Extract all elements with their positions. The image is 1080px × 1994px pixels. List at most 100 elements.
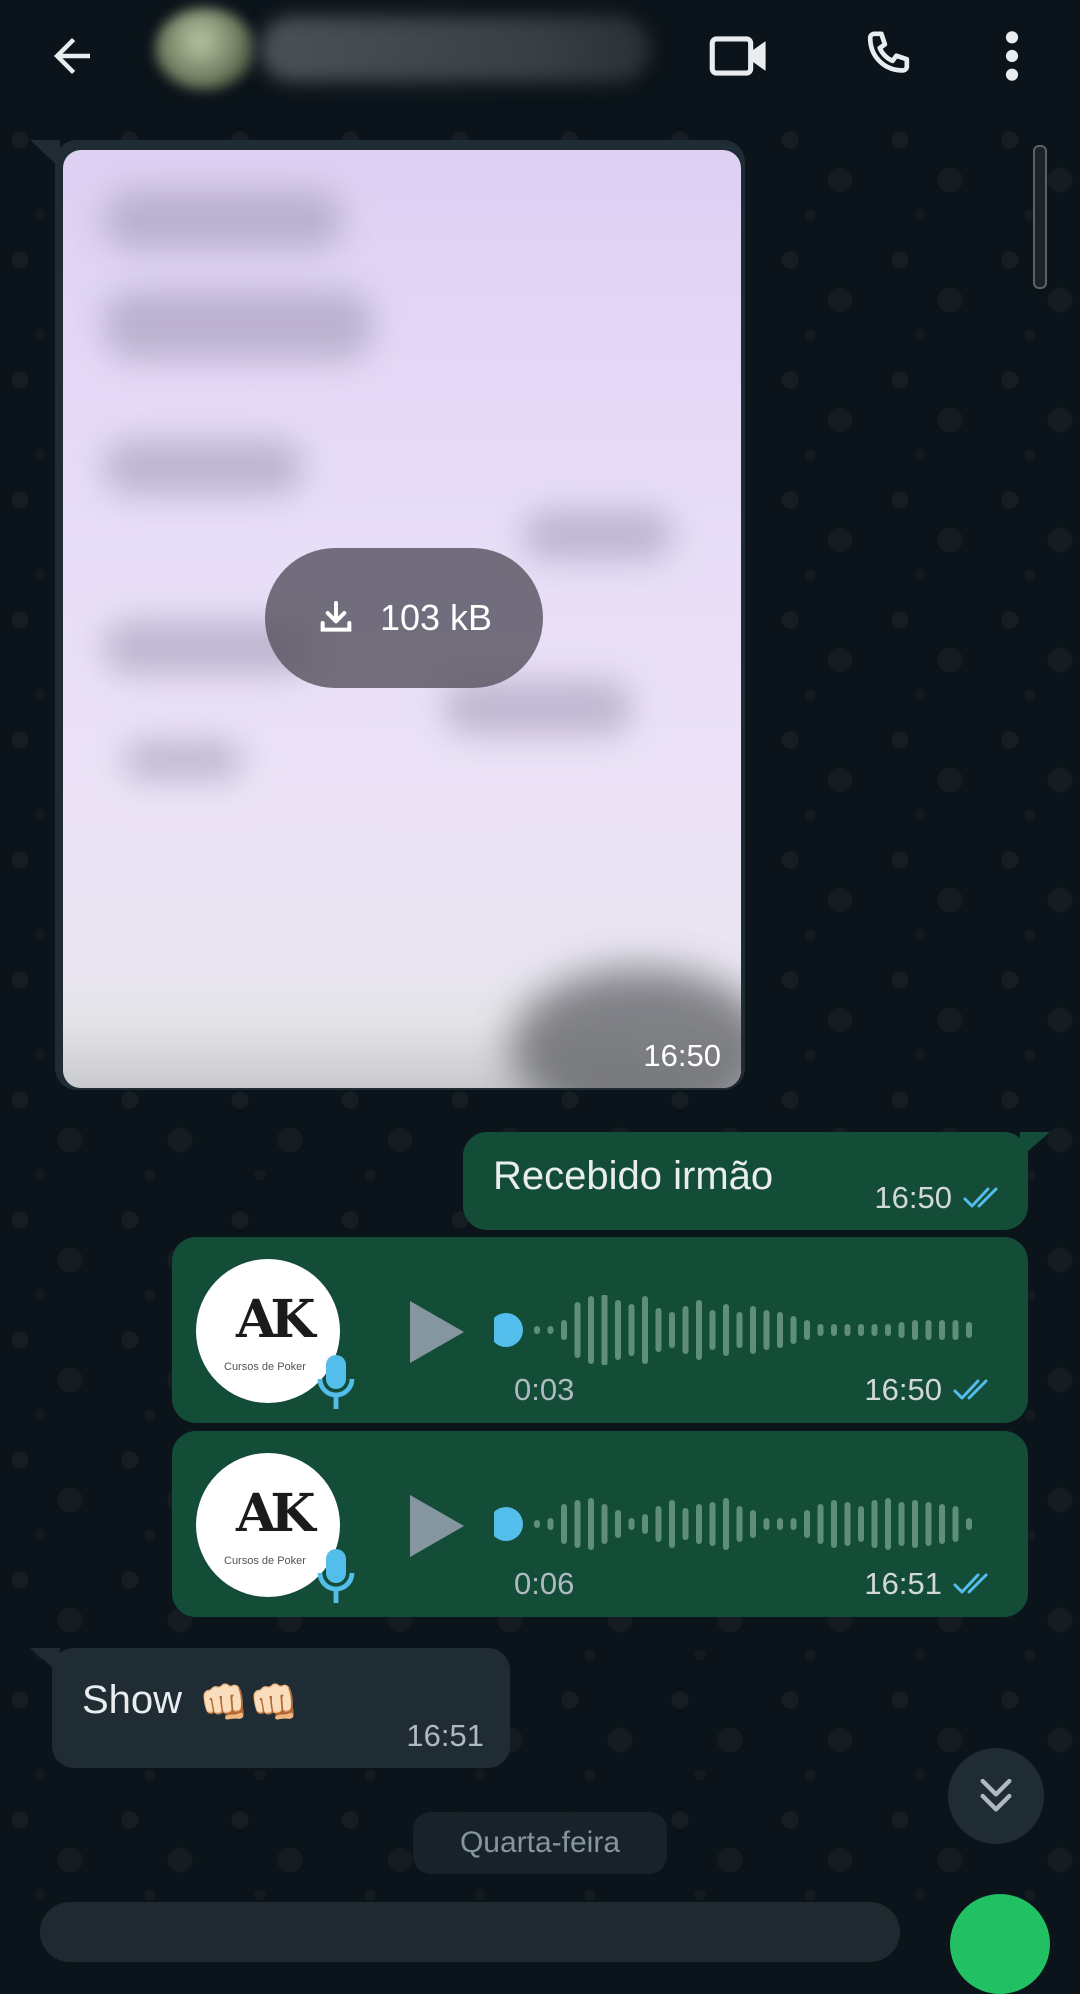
waveform-bar (966, 1322, 972, 1338)
message-time: 16:50 (864, 1372, 942, 1407)
waveform-bar (696, 1504, 702, 1544)
waveform-bar (804, 1510, 810, 1538)
waveform-bar (763, 1310, 770, 1350)
playback-position-dot[interactable] (494, 1313, 523, 1347)
waveform-bar (669, 1312, 675, 1348)
voice-message[interactable]: AK Cursos de Poker 0:03 16:50 (172, 1237, 1028, 1423)
waveform-bar (912, 1320, 918, 1340)
waveform-bar (804, 1320, 810, 1340)
waveform-bar (588, 1498, 594, 1550)
message-input-bar[interactable] (40, 1902, 900, 1962)
waveform-bar (642, 1514, 648, 1534)
waveform-bar (534, 1520, 540, 1528)
waveform-bar (736, 1312, 743, 1348)
double-check-read-icon (953, 1379, 988, 1400)
avatar-logo-caption: Cursos de Poker (224, 1361, 306, 1373)
waveform-bar (898, 1322, 905, 1338)
fist-bump-emoji: 👊🏻👊🏻 (199, 1680, 299, 1725)
play-button[interactable] (404, 1297, 468, 1367)
incoming-text-message[interactable]: Show 👊🏻👊🏻 16:51 (52, 1648, 510, 1768)
play-button[interactable] (404, 1491, 468, 1561)
mic-icon (317, 1355, 355, 1409)
voice-call-button[interactable] (855, 24, 919, 88)
date-separator: Quarta-feira (413, 1812, 667, 1874)
double-check-read-icon (953, 1573, 988, 1594)
waveform-bar (885, 1324, 891, 1336)
waveform-bar (574, 1500, 581, 1548)
double-check-read-icon (963, 1187, 998, 1208)
avatar-logo-text: AK (236, 1483, 316, 1544)
scrollbar-thumb[interactable] (1033, 145, 1047, 289)
video-call-icon (709, 36, 766, 76)
more-options-button[interactable] (980, 24, 1044, 88)
waveform-bar (750, 1510, 756, 1538)
waveform-bar (912, 1500, 918, 1548)
waveform-bar (790, 1316, 797, 1344)
playback-position-dot[interactable] (494, 1507, 523, 1541)
download-size: 103 kB (379, 597, 493, 638)
avatar-logo-caption: Cursos de Poker (224, 1555, 306, 1567)
double-chevron-down-icon (980, 1778, 1012, 1812)
waveform-bar (952, 1320, 959, 1340)
waveform-bar (925, 1502, 932, 1546)
waveform-bar (750, 1306, 756, 1354)
waveform-bar (534, 1326, 540, 1334)
chat-header (0, 0, 1080, 112)
back-button[interactable] (40, 24, 104, 88)
waveform-bar (628, 1518, 635, 1530)
waveform-bar (898, 1502, 905, 1546)
voice-duration: 0:06 (514, 1566, 575, 1601)
waveform-bar (844, 1502, 851, 1546)
waveform-bar (817, 1504, 824, 1544)
record-voice-button[interactable] (950, 1894, 1050, 1994)
message-time: 16:50 (874, 1180, 952, 1215)
waveform-bar (952, 1506, 959, 1542)
download-icon (320, 601, 352, 632)
scroll-to-bottom-button[interactable] (948, 1748, 1044, 1844)
waveform-bar (682, 1306, 689, 1354)
message-time: 16:51 (864, 1566, 942, 1601)
waveform-bar (858, 1506, 864, 1542)
waveform-bar (763, 1518, 770, 1530)
waveform-bar (885, 1498, 891, 1550)
voice-waveform[interactable] (494, 1489, 994, 1559)
waveform-bar (561, 1504, 567, 1544)
waveform-bar (790, 1518, 797, 1530)
waveform-bar (574, 1302, 581, 1358)
sender-avatar: AK Cursos de Poker (196, 1259, 355, 1409)
arrow-back-icon (54, 38, 90, 74)
image-message-preview[interactable]: 103 kB 16:50 (63, 150, 741, 1088)
waveform-bar (844, 1324, 851, 1336)
waveform-bar (831, 1324, 837, 1336)
waveform-bar (777, 1312, 783, 1348)
waveform-bar (655, 1308, 662, 1352)
outgoing-text-message[interactable]: Recebido irmão 16:50 (463, 1132, 1028, 1230)
waveform-bar (642, 1296, 648, 1364)
waveform-bar (547, 1518, 554, 1530)
waveform-bar (777, 1518, 783, 1530)
waveform-bar (588, 1296, 594, 1364)
waveform-bar (858, 1324, 864, 1336)
avatar-logo-text: AK (236, 1289, 316, 1350)
waveform-bar (601, 1504, 608, 1544)
waveform-bar (655, 1506, 662, 1542)
waveform-bar (831, 1500, 837, 1548)
waveform-bar (723, 1304, 729, 1356)
message-text: Show (82, 1678, 183, 1722)
download-button[interactable]: 103 kB (265, 548, 543, 688)
waveform-bar (615, 1300, 621, 1360)
waveform-bar (601, 1295, 608, 1365)
video-call-button[interactable] (708, 24, 772, 88)
waveform-bar (547, 1326, 554, 1334)
voice-message[interactable]: AK Cursos de Poker 0:06 16:51 (172, 1431, 1028, 1617)
waveform-bar (736, 1506, 743, 1542)
waveform-bar (871, 1500, 878, 1548)
waveform-bar (669, 1500, 675, 1548)
voice-duration: 0:03 (514, 1372, 575, 1407)
waveform-bar (709, 1502, 716, 1546)
contact-name[interactable] (260, 16, 650, 82)
waveform-bar (628, 1304, 635, 1356)
voice-waveform[interactable] (494, 1295, 994, 1365)
contact-avatar[interactable] (155, 8, 255, 90)
sender-avatar: AK Cursos de Poker (196, 1453, 355, 1603)
